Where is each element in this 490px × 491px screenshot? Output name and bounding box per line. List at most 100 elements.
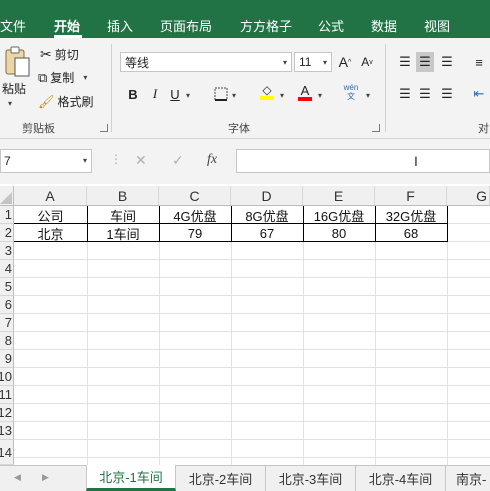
tab-page-layout[interactable]: 页面布局 [160, 16, 212, 35]
borders-button[interactable] [212, 84, 230, 104]
align-center-button[interactable]: ☰ [416, 84, 434, 104]
sheet-tab-3[interactable]: 北京-3车间 [266, 465, 356, 491]
row-gridline [14, 331, 490, 332]
column-header-d[interactable]: D [231, 186, 303, 206]
clipboard-launcher-icon[interactable] [100, 124, 108, 132]
tab-view[interactable]: 视图 [424, 16, 450, 35]
cell-c2[interactable]: 79 [159, 224, 231, 242]
table-border [87, 206, 88, 242]
row-header-14[interactable]: 14 [0, 440, 14, 465]
font-color-button[interactable]: A [296, 82, 314, 102]
cell-d1[interactable]: 8G优盘 [231, 206, 303, 224]
row-gridline [14, 439, 490, 440]
cell-f2[interactable]: 68 [375, 224, 447, 242]
row-header-10[interactable]: 10 [0, 368, 14, 386]
align-right-button[interactable]: ☰ [438, 84, 456, 104]
shrink-font-icon: A [361, 55, 370, 69]
clipboard-group-label: 剪贴板 [22, 123, 55, 135]
phonetic-guide-button[interactable]: wén 文 [342, 82, 360, 102]
font-name-select[interactable]: 等线 ▾ [120, 52, 292, 72]
cell-f1[interactable]: 32G优盘 [375, 206, 447, 224]
fill-color-button[interactable]: ◇ [258, 82, 276, 102]
row-header-2[interactable]: 2 [0, 224, 14, 242]
column-header-a[interactable]: A [14, 186, 87, 206]
align-top-icon: ☰ [399, 54, 411, 69]
row-header-8[interactable]: 8 [0, 332, 14, 350]
indent-button[interactable]: ⇤ [470, 84, 488, 104]
grow-font-button[interactable]: A ^ [336, 52, 354, 72]
copy-button[interactable]: ⧉ 复制 ▾ [38, 69, 87, 86]
cancel-formula-button[interactable]: ✕ [135, 152, 147, 169]
sheet-tab-2[interactable]: 北京-2车间 [176, 465, 266, 491]
tab-data[interactable]: 数据 [371, 16, 397, 35]
underline-button[interactable]: U [166, 84, 184, 104]
cell-e1[interactable]: 16G优盘 [303, 206, 375, 224]
cell-b1[interactable]: 车间 [87, 206, 159, 224]
sheet-tab-4[interactable]: 北京-4车间 [356, 465, 446, 491]
formula-input[interactable] [236, 149, 490, 173]
enter-formula-button[interactable]: ✓ [172, 152, 184, 169]
tab-formulas[interactable]: 公式 [318, 16, 344, 35]
row-header-5[interactable]: 5 [0, 278, 14, 296]
chevron-down-icon: ▾ [282, 57, 287, 67]
cell-e2[interactable]: 80 [303, 224, 375, 242]
insert-function-button[interactable]: fx [207, 152, 217, 168]
format-painter-button[interactable]: 🖌 格式刷 [38, 93, 94, 110]
grow-font-icon: A [338, 54, 349, 70]
cell-d2[interactable]: 67 [231, 224, 303, 242]
tab-file[interactable]: 文件 [0, 16, 26, 35]
paste-button[interactable]: 粘贴 ▾ [2, 46, 32, 108]
font-size-select[interactable]: 11 ▾ [294, 52, 332, 72]
sheet-tab-1[interactable]: 北京-1车间 [86, 465, 176, 491]
shrink-font-button[interactable]: Av [358, 52, 376, 72]
select-all-corner[interactable] [0, 186, 14, 206]
column-header-c[interactable]: C [159, 186, 231, 206]
column-header-g[interactable]: G [447, 186, 490, 206]
copy-icon: ⧉ [38, 69, 48, 85]
ribbon-tab-bar: 文件 开始 插入 页面布局 方方格子 公式 数据 视图 [0, 8, 490, 38]
tab-insert[interactable]: 插入 [107, 16, 133, 35]
row-gridline [14, 421, 490, 422]
italic-button[interactable]: I [146, 84, 164, 104]
row-header-3[interactable]: 3 [0, 242, 14, 260]
bold-button[interactable]: B [124, 84, 142, 104]
row-header-9[interactable]: 9 [0, 350, 14, 368]
row-header-4[interactable]: 4 [0, 260, 14, 278]
cut-button[interactable]: ✂ 剪切 [40, 46, 79, 63]
chevron-down-icon: ▾ [8, 99, 13, 108]
copy-label: 复制 [50, 71, 75, 85]
column-header-b[interactable]: B [87, 186, 159, 206]
excel-window: 文件 开始 插入 页面布局 方方格子 公式 数据 视图 粘贴 ▾ ✂ 剪切 ⧉ … [0, 0, 490, 491]
row-header-12[interactable]: 12 [0, 404, 14, 422]
font-launcher-icon[interactable] [372, 124, 380, 132]
tab-fangfang[interactable]: 方方格子 [240, 16, 292, 35]
row-header-1[interactable]: 1 [0, 206, 14, 224]
row-header-11[interactable]: 11 [0, 386, 14, 404]
align-bottom-button[interactable]: ☰ [438, 52, 456, 72]
table-border [303, 206, 304, 242]
row-header-13[interactable]: 13 [0, 422, 14, 440]
paintbrush-icon: 🖌 [38, 93, 55, 109]
cell-c1[interactable]: 4G优盘 [159, 206, 231, 224]
sheet-tab-5[interactable]: 南京- [446, 465, 490, 491]
cell-a2[interactable]: 北京 [14, 224, 87, 242]
scroll-right-icon[interactable]: ▶ [42, 472, 49, 483]
row-header-6[interactable]: 6 [0, 296, 14, 314]
cell-b2[interactable]: 1车间 [87, 224, 159, 242]
cell-a1[interactable]: 公司 [14, 206, 87, 224]
column-header-f[interactable]: F [375, 186, 447, 206]
align-middle-button[interactable]: ☰ [416, 52, 434, 72]
row-gridline [14, 457, 490, 458]
orientation-button[interactable]: ≡ [470, 52, 488, 72]
align-left-button[interactable]: ☰ [396, 84, 414, 104]
row-header-7[interactable]: 7 [0, 314, 14, 332]
scroll-left-icon[interactable]: ◀ [14, 472, 21, 483]
column-header-e[interactable]: E [303, 186, 375, 206]
row-gridline [14, 259, 490, 260]
tab-home[interactable]: 开始 [54, 16, 80, 35]
text-cursor-icon: I [414, 153, 418, 169]
name-box[interactable]: 7 ▾ [0, 149, 92, 173]
align-top-button[interactable]: ☰ [396, 52, 414, 72]
indent-icon: ⇤ [473, 86, 485, 101]
chevron-down-icon: ▾ [318, 91, 323, 100]
